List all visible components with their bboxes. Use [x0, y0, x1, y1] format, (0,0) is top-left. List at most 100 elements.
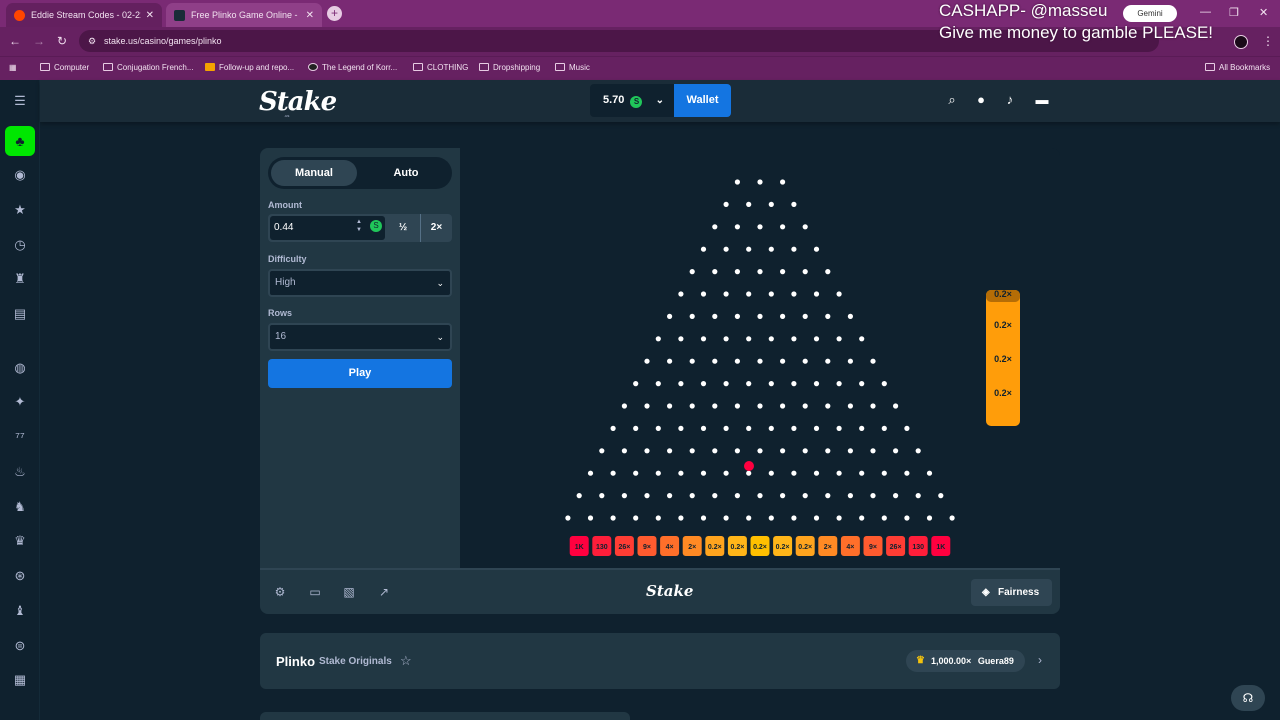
settings-icon[interactable]: ⚙	[272, 585, 288, 599]
bookmark-item[interactable]: The Legend of Korr...	[308, 63, 397, 72]
peg	[836, 515, 842, 521]
chat-icon[interactable]: ▬	[1033, 92, 1051, 107]
back-icon[interactable]: ←	[9, 34, 21, 48]
peg	[813, 425, 820, 431]
support-headset-icon[interactable]: ☊	[1231, 685, 1265, 711]
peg	[802, 269, 808, 275]
peg	[768, 246, 774, 252]
peg	[655, 381, 661, 387]
peg	[813, 515, 820, 521]
bookmark-item[interactable]: Dropshipping	[479, 63, 540, 72]
close-window-icon[interactable]: ✕	[1259, 6, 1268, 19]
hot-icon[interactable]: ♨	[10, 462, 30, 482]
peg	[813, 470, 820, 476]
gemini-button[interactable]: Gemini	[1123, 5, 1177, 22]
peg	[802, 313, 808, 319]
challenges-icon[interactable]: ♜	[10, 269, 30, 289]
new-releases-icon[interactable]: ✦	[10, 392, 30, 412]
bookmark-item[interactable]: Computer	[40, 63, 89, 72]
menu-icon[interactable]: ☰	[10, 91, 30, 111]
folder-icon	[1205, 63, 1215, 71]
lobby-icon[interactable]: ◉	[10, 165, 30, 185]
chevron-down-icon: ⌄	[655, 95, 664, 106]
reload-icon[interactable]: ↻	[57, 34, 67, 48]
bookmark-item[interactable]: Music	[555, 63, 590, 72]
stake-logo[interactable]: Stake	[259, 87, 337, 117]
profile-avatar[interactable]	[1234, 35, 1248, 49]
peg	[926, 470, 933, 476]
bookmark-item[interactable]: Follow-up and repo...	[205, 63, 294, 72]
plinko-ball	[744, 461, 754, 471]
game-footer: ⚙ ▭ ▧ ↗ Stake ◈ Fairness	[260, 568, 1060, 614]
auto-tab[interactable]: Auto	[363, 160, 449, 186]
apps-grid-icon[interactable]: ▦	[9, 63, 17, 72]
multiplier-label: 4×	[666, 544, 674, 551]
originals-icon[interactable]: ◍	[10, 358, 30, 378]
play-button[interactable]: Play	[268, 359, 452, 388]
notifications-icon[interactable]: ♪	[1001, 92, 1019, 107]
peg	[678, 425, 684, 431]
providers-icon[interactable]: ▦	[10, 670, 30, 690]
game-shows-icon[interactable]: ♛	[10, 531, 30, 551]
bookmark-item[interactable]: Conjugation French...	[103, 63, 194, 72]
amount-stepper[interactable]: ▲ ▼	[356, 218, 362, 234]
site-info-icon[interactable]: ⚙	[88, 30, 96, 52]
restore-icon[interactable]: ❐	[1229, 6, 1239, 19]
bookmark-item[interactable]: CLOTHING	[413, 63, 468, 72]
next-section	[260, 712, 630, 720]
browser-tab[interactable]: Eddie Stream Codes - 02-21-20 ✕	[6, 3, 162, 27]
chevron-right-icon[interactable]: ›	[1038, 653, 1042, 667]
live-stats-icon[interactable]: ▧	[341, 585, 357, 599]
live-casino-icon[interactable]: ♞	[10, 497, 30, 517]
bets-icon[interactable]: ▤	[10, 304, 30, 324]
amount-input[interactable]: 0.44	[270, 216, 385, 240]
user-icon[interactable]: ●	[972, 92, 990, 107]
browser-tab-active[interactable]: Free Plinko Game Online - ✕	[166, 3, 322, 27]
shield-check-icon: ◈	[982, 587, 990, 598]
peg	[859, 470, 865, 476]
multiplier-label: 2×	[688, 544, 696, 551]
amount-label: Amount	[268, 200, 302, 210]
difficulty-value: High	[275, 277, 296, 288]
peg	[791, 201, 797, 207]
peg	[655, 425, 661, 431]
close-tab-icon[interactable]: ✕	[146, 10, 154, 21]
recent-icon[interactable]: ◷	[10, 235, 30, 255]
peg	[791, 336, 797, 342]
peg	[757, 269, 763, 275]
slots-icon[interactable]: ⁷⁷	[10, 427, 30, 447]
balance-value: 5.70	[603, 94, 625, 106]
wallet-button[interactable]: Wallet	[674, 84, 731, 117]
close-tab-icon[interactable]: ✕	[306, 10, 314, 21]
peg	[587, 515, 594, 521]
popout-icon[interactable]: ↗	[376, 585, 392, 599]
manual-tab[interactable]: Manual	[271, 160, 357, 186]
all-bookmarks[interactable]: All Bookmarks	[1205, 63, 1270, 72]
multiplier-label: 1K	[936, 544, 945, 551]
favourite-star-icon[interactable]: ☆	[400, 653, 412, 669]
blackjack-icon[interactable]: ♝	[10, 601, 30, 621]
theatre-mode-icon[interactable]: ▭	[307, 585, 323, 599]
game-info-bar[interactable]: Plinko Stake Originals ☆ ♛ 1,000.00× Gue…	[260, 633, 1060, 689]
peg	[723, 515, 729, 521]
casino-icon[interactable]: ♣	[5, 126, 35, 156]
rows-select[interactable]: 16 ⌄	[268, 323, 452, 351]
favourites-icon[interactable]: ★	[10, 200, 30, 220]
balance-selector[interactable]: 5.70 S ⌄	[590, 84, 674, 117]
table-games-icon[interactable]: ⊜	[10, 636, 30, 656]
fairness-button[interactable]: ◈ Fairness	[971, 579, 1052, 606]
roulette-icon[interactable]: ⊛	[10, 566, 30, 586]
peg	[802, 448, 808, 454]
double-amount-button[interactable]: 2×	[420, 214, 452, 242]
amount-group: 0.44 ▲ ▼ S ½ 2×	[268, 214, 452, 242]
plinko-canvas: 1K 130 26× 9× 4× 2× 0.2× 0.2× 0.2× 0.2× 0.2× 2× 4× 9×…	[565, 179, 1020, 556]
forward-icon[interactable]: →	[33, 34, 45, 48]
half-amount-button[interactable]: ½	[388, 214, 418, 242]
record-badge[interactable]: ♛ 1,000.00× Guera89	[906, 650, 1025, 672]
peg	[667, 358, 673, 364]
search-icon[interactable]: ⌕	[943, 92, 961, 108]
browser-menu-icon[interactable]: ⋮	[1262, 34, 1274, 48]
peg	[847, 403, 853, 409]
new-tab-button[interactable]: +	[327, 6, 342, 21]
difficulty-select[interactable]: High ⌄	[268, 269, 452, 297]
